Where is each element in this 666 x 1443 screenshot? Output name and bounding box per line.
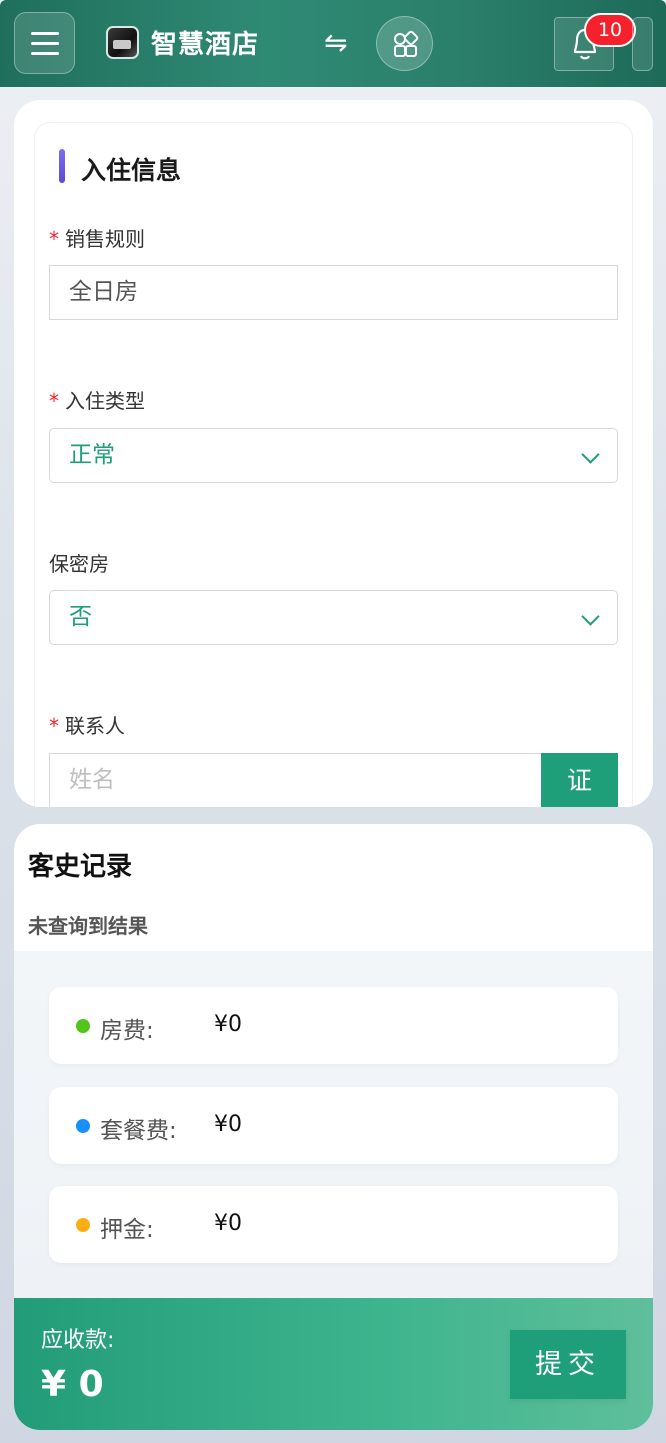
checkin-type-select[interactable]: 正常	[49, 428, 618, 483]
app-title: 智慧酒店	[151, 30, 260, 60]
status-dot-icon	[76, 1119, 90, 1133]
chevron-down-icon	[581, 445, 600, 464]
apps-grid-icon	[394, 30, 419, 57]
sales-rule-label-text: 销售规则	[65, 227, 145, 251]
fee-value: ¥0	[214, 1012, 242, 1037]
history-empty-text: 未查询到结果	[28, 914, 148, 938]
contact-label-text: 联系人	[65, 714, 125, 738]
menu-icon-line	[30, 41, 59, 45]
confidential-label: 保密房	[49, 552, 109, 576]
id-card-button[interactable]: 证	[541, 753, 618, 807]
menu-icon-line	[30, 51, 59, 55]
side-toggle-button[interactable]	[632, 17, 653, 71]
confidential-select[interactable]: 否	[49, 590, 618, 645]
required-mark: *	[49, 389, 59, 413]
history-title: 客史记录	[28, 852, 133, 882]
total-label: 应收款:	[41, 1328, 115, 1353]
fee-item-room: 房费: ¥0	[49, 987, 618, 1064]
fee-value: ¥0	[214, 1112, 242, 1137]
total-amount: ¥ 0	[41, 1364, 104, 1405]
contact-label: * 联系人	[49, 710, 125, 739]
section-title: 入住信息	[81, 156, 182, 185]
checkin-type-label: * 入住类型	[49, 385, 145, 414]
notification-badge: 10	[584, 13, 636, 47]
confidential-value: 否	[69, 604, 92, 630]
top-header: 智慧酒店 ⇋ 10	[0, 0, 666, 87]
fee-label: 房费:	[100, 1018, 154, 1044]
checkin-type-value: 正常	[69, 442, 115, 468]
sales-rule-field[interactable]: 全日房	[49, 265, 618, 320]
section-accent-bar	[59, 149, 65, 183]
sales-rule-label: * 销售规则	[49, 223, 145, 252]
total-bar: 应收款: ¥ 0 提交	[14, 1298, 653, 1430]
required-mark: *	[49, 227, 59, 251]
chevron-down-icon	[581, 607, 600, 626]
fee-label: 押金:	[100, 1217, 154, 1243]
required-mark: *	[49, 714, 59, 738]
menu-button[interactable]	[14, 12, 75, 74]
fee-value: ¥0	[214, 1211, 242, 1236]
apps-grid-button[interactable]	[376, 16, 433, 71]
checkin-form-card: 入住信息 * 销售规则 全日房 * 入住类型 正常 保密房 否 * 联系人 姓名 证	[14, 100, 653, 807]
checkin-type-label-text: 入住类型	[65, 389, 145, 413]
submit-button[interactable]: 提交	[510, 1330, 626, 1399]
fee-item-deposit: 押金: ¥0	[49, 1186, 618, 1263]
contact-name-input[interactable]: 姓名	[49, 753, 541, 807]
checkin-info-section: 入住信息 * 销售规则 全日房 * 入住类型 正常 保密房 否 * 联系人 姓名 证	[34, 122, 633, 807]
fee-label: 套餐费:	[100, 1118, 177, 1144]
swap-icon[interactable]: ⇋	[324, 28, 347, 58]
status-dot-icon	[76, 1019, 90, 1033]
menu-icon-line	[30, 31, 59, 35]
hotel-logo-icon	[106, 26, 139, 59]
fee-item-package: 套餐费: ¥0	[49, 1087, 618, 1164]
guest-history-card: 客史记录 未查询到结果 房费: ¥0 套餐费: ¥0 押金: ¥0 应收款: ¥…	[14, 824, 653, 1430]
status-dot-icon	[76, 1218, 90, 1232]
fee-list: 房费: ¥0 套餐费: ¥0 押金: ¥0	[14, 951, 653, 1298]
